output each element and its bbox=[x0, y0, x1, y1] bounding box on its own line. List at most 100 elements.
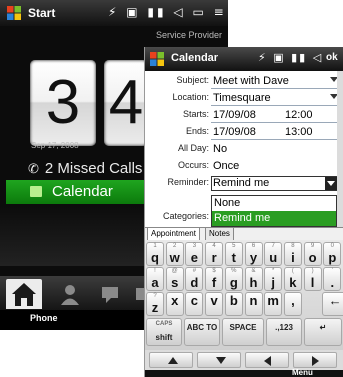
numbers-key[interactable]: .,123 bbox=[266, 318, 302, 346]
key-o[interactable]: 9o bbox=[303, 242, 322, 266]
key-d[interactable]: # d bbox=[185, 267, 204, 291]
key-label: w bbox=[169, 250, 180, 265]
key-alt-label: 6 bbox=[251, 243, 256, 249]
key-c[interactable]: c bbox=[185, 292, 204, 316]
missed-calls-item[interactable]: ✆ 2 Missed Calls bbox=[28, 160, 142, 177]
key-alt-label: & bbox=[251, 268, 256, 274]
key-s[interactable]: @ s bbox=[165, 267, 184, 291]
menu-softkey[interactable]: Menu bbox=[292, 368, 313, 377]
ends-date[interactable]: 17/09/08 bbox=[211, 124, 256, 141]
key-alt-label: 7 bbox=[271, 243, 275, 249]
arrow-up-button[interactable] bbox=[149, 352, 193, 368]
key-label: b bbox=[229, 293, 238, 308]
arrow-down-button[interactable] bbox=[197, 352, 241, 368]
form-scrollbar[interactable] bbox=[337, 71, 343, 227]
key-x[interactable]: x bbox=[165, 292, 184, 316]
arrow-right-button[interactable] bbox=[293, 352, 337, 368]
categories-label: Categories: bbox=[162, 211, 209, 221]
shift-key[interactable]: CAPS shift bbox=[146, 318, 182, 346]
key-h[interactable]: & h bbox=[244, 267, 263, 291]
service-provider-label: Service Provider bbox=[155, 30, 222, 40]
key-r[interactable]: 4r bbox=[205, 242, 224, 266]
calendar-softkey-bar bbox=[145, 370, 343, 377]
start-label[interactable]: Start bbox=[28, 6, 55, 20]
key-label: q bbox=[151, 250, 159, 265]
key-y[interactable]: 6y bbox=[244, 242, 263, 266]
space-key[interactable]: SPACE bbox=[222, 318, 264, 346]
status-icons: ⚡ ▣ ▮▮ ◁ bbox=[258, 51, 324, 64]
ends-label: Ends: bbox=[185, 126, 209, 136]
start-icon[interactable] bbox=[149, 51, 165, 67]
phone-softkey[interactable]: Phone bbox=[30, 313, 58, 323]
key-q[interactable]: 1q bbox=[146, 242, 164, 266]
key-alt-label: ? bbox=[153, 293, 157, 299]
key-e[interactable]: 3e bbox=[185, 242, 204, 266]
key-j[interactable]: * j bbox=[264, 267, 283, 291]
reminder-dropdown-list: None Remind me bbox=[211, 195, 337, 227]
contacts-icon bbox=[61, 285, 79, 305]
key-label: g bbox=[229, 275, 238, 290]
key-alt-label: 9 bbox=[310, 243, 315, 249]
key-alt-label: * bbox=[272, 268, 275, 274]
ends-time[interactable]: 13:00 bbox=[285, 124, 313, 141]
key-v[interactable]: v bbox=[205, 292, 224, 316]
arrow-left-button[interactable] bbox=[245, 352, 289, 368]
dock-contacts-button[interactable] bbox=[52, 279, 88, 309]
key-label: f bbox=[211, 275, 217, 290]
dropdown-option-none[interactable]: None bbox=[212, 196, 336, 211]
key-k[interactable]: (k bbox=[283, 267, 302, 291]
occurs-row: Occurs: Once bbox=[145, 158, 343, 175]
key-z[interactable]: ? z bbox=[146, 292, 164, 316]
occurs-value[interactable]: Once bbox=[211, 158, 239, 175]
key-comma[interactable]: , bbox=[283, 292, 302, 316]
key-f[interactable]: $ f bbox=[205, 267, 224, 291]
key-l[interactable]: ) l bbox=[303, 267, 322, 291]
form-tabs: Appointment Notes bbox=[145, 227, 343, 241]
arrow-down-icon bbox=[216, 357, 226, 364]
clock-minute: 4 bbox=[104, 60, 148, 146]
status-icons: ⚡ ▣ ▮▮ ◁ ▭ ≡ bbox=[108, 5, 227, 19]
dock-home-button[interactable] bbox=[6, 279, 42, 309]
key-label: z bbox=[151, 300, 159, 315]
key-alt-label: 2 bbox=[173, 243, 177, 249]
key-alt-label: 0 bbox=[330, 243, 334, 249]
arrow-up-icon bbox=[168, 357, 178, 364]
key-label: m bbox=[267, 293, 279, 308]
key-label: r bbox=[211, 250, 217, 265]
key-backspace[interactable]: ← bbox=[321, 292, 343, 316]
key-alt-label: % bbox=[231, 268, 237, 274]
dock-messages-button[interactable] bbox=[92, 279, 128, 309]
key-m[interactable]: m bbox=[264, 292, 283, 316]
key-i[interactable]: 8i bbox=[283, 242, 302, 266]
key-p[interactable]: 0p bbox=[323, 242, 342, 266]
key-label: j bbox=[271, 275, 275, 290]
starts-time[interactable]: 12:00 bbox=[285, 107, 313, 124]
start-icon[interactable] bbox=[6, 5, 22, 21]
calendar-title-bar: Calendar ⚡ ▣ ▮▮ ◁ ok bbox=[145, 47, 343, 71]
calendar-title: Calendar bbox=[171, 52, 219, 64]
key-n[interactable]: n bbox=[244, 292, 263, 316]
key-label: n bbox=[249, 293, 258, 308]
location-label: Location: bbox=[172, 92, 209, 102]
starts-date[interactable]: 17/09/08 bbox=[211, 107, 256, 124]
calendar-screen: Calendar ⚡ ▣ ▮▮ ◁ ok Subject: Meet with … bbox=[144, 47, 343, 377]
key-alt-label: ! bbox=[154, 268, 156, 274]
abc-to-key[interactable]: ABC TO bbox=[184, 318, 220, 346]
dropdown-option-remind-me[interactable]: Remind me bbox=[212, 211, 336, 226]
location-row: Location: Timesquare bbox=[145, 90, 343, 107]
key-u[interactable]: 7u bbox=[264, 242, 283, 266]
allday-value[interactable]: No bbox=[211, 141, 227, 158]
key-alt-label: 3 bbox=[192, 243, 197, 249]
calendar-icon bbox=[30, 186, 42, 197]
key-period[interactable]: '. bbox=[323, 267, 342, 291]
enter-key[interactable]: ↵ bbox=[304, 318, 342, 346]
key-t[interactable]: 5t bbox=[224, 242, 243, 266]
key-w[interactable]: 2w bbox=[165, 242, 184, 266]
key-alt-label: @ bbox=[171, 268, 178, 274]
key-a[interactable]: ! a bbox=[146, 267, 164, 291]
key-g[interactable]: % g bbox=[224, 267, 243, 291]
key-alt-label: # bbox=[192, 268, 197, 274]
key-label: .,123 bbox=[275, 323, 293, 332]
key-b[interactable]: b bbox=[224, 292, 243, 316]
ok-button[interactable]: ok bbox=[326, 52, 338, 63]
